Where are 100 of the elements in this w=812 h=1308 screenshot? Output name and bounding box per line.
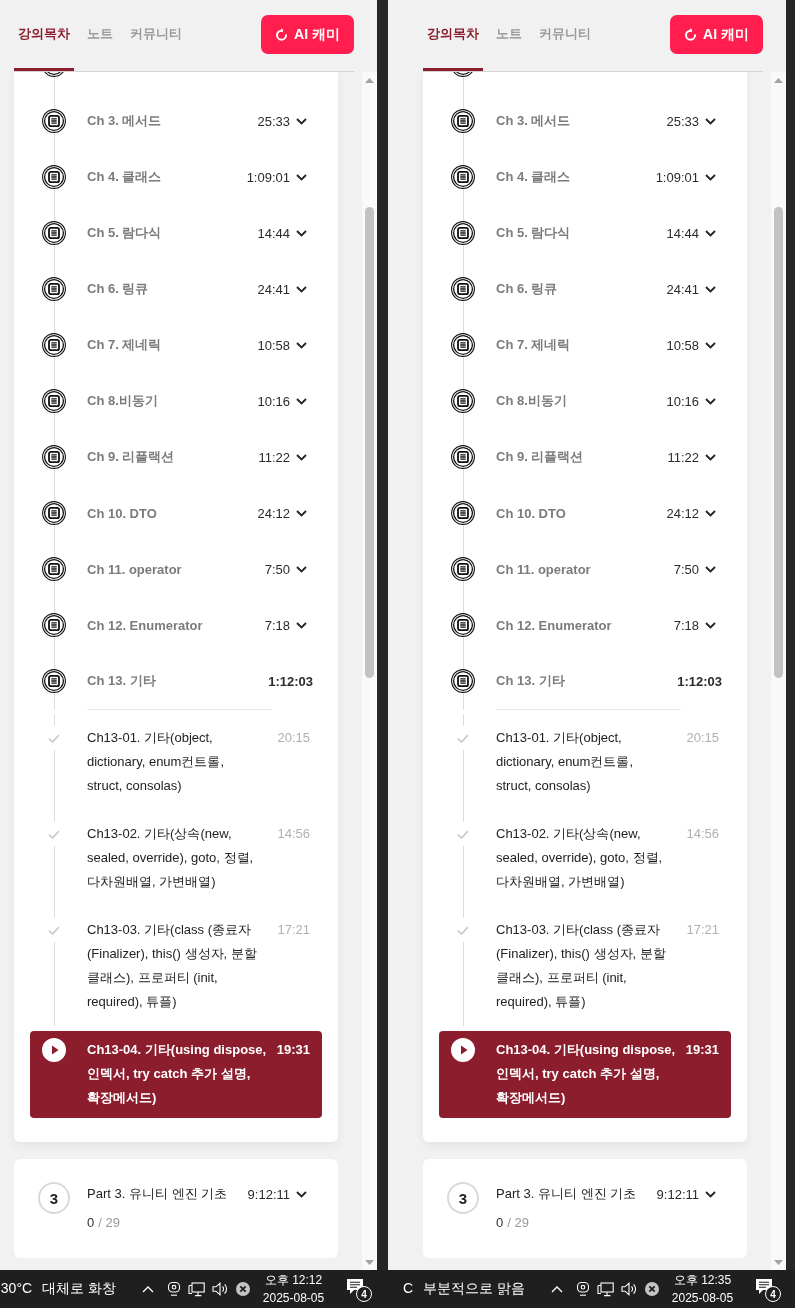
- chevron-down-icon[interactable]: [705, 565, 716, 573]
- chevron-down-icon[interactable]: [705, 1190, 716, 1198]
- lesson-title[interactable]: Ch13-04. 기타(using dispose, 인덱서, try catch 추가 설명, 확장메서드): [496, 1031, 680, 1118]
- monitor-icon[interactable]: [188, 1281, 205, 1297]
- weather-label[interactable]: 대체로 화창: [42, 1280, 116, 1298]
- lesson-title[interactable]: Ch13-02. 기타(상속(new, sealed, override), goto, 정렬, 다차원배열, 가변배열): [496, 810, 668, 906]
- chevron-down-icon[interactable]: [296, 229, 307, 237]
- refresh-icon: [684, 28, 698, 41]
- part-card[interactable]: 3 Part 3. 유니티 엔진 기초 9:12:11 0 / 29: [14, 1159, 338, 1258]
- chevron-down-icon[interactable]: [296, 397, 307, 405]
- chapter-title[interactable]: Ch 5. 람다식: [496, 224, 667, 242]
- chevron-down-icon[interactable]: [296, 285, 307, 293]
- ai-button[interactable]: AI 캐미: [670, 15, 763, 54]
- chapter-title[interactable]: Ch 8.비동기: [87, 392, 258, 410]
- chapter-title[interactable]: Ch 7. 제네릭: [87, 336, 258, 354]
- x-circle-icon[interactable]: [236, 1282, 250, 1296]
- chapter-title[interactable]: Ch 13. 기타: [87, 672, 269, 690]
- document-icon: [42, 333, 66, 357]
- tab[interactable]: 노트: [492, 0, 526, 71]
- play-icon[interactable]: [451, 1038, 475, 1062]
- tab[interactable]: 커뮤니티: [126, 0, 186, 71]
- monitor-icon[interactable]: [597, 1281, 614, 1297]
- chevron-down-icon[interactable]: [296, 173, 307, 181]
- chapter-title[interactable]: Ch 6. 링큐: [496, 280, 667, 298]
- lesson-title[interactable]: Ch13-04. 기타(using dispose, 인덱서, try catch 추가 설명, 확장메서드): [87, 1031, 271, 1118]
- clock-date[interactable]: 2025-08-05: [671, 1289, 734, 1307]
- chevron-down-icon[interactable]: [705, 397, 716, 405]
- chapter-duration: 24:12: [666, 505, 699, 521]
- part-title[interactable]: Part 3. 유니티 엔진 기초: [496, 1185, 657, 1203]
- play-icon[interactable]: [42, 1038, 66, 1062]
- chapter-title[interactable]: Ch 6. 링큐: [87, 280, 258, 298]
- part-number: 3: [447, 1182, 479, 1214]
- chapter-title[interactable]: Ch 13. 기타: [496, 672, 678, 690]
- chapter-title[interactable]: Ch 5. 람다식: [87, 224, 258, 242]
- ai-button[interactable]: AI 캐미: [261, 15, 354, 54]
- chapter-title[interactable]: Ch 3. 메서드: [87, 112, 258, 130]
- scrollbar-thumb[interactable]: [365, 207, 374, 678]
- lesson-title[interactable]: Ch13-03. 기타(class (종료자 (Finalizer), this() 생성자, 분할 클래스), 프로퍼티 (init, required), 튜플): [496, 906, 668, 1026]
- lesson-title[interactable]: Ch13-01. 기타(object, dictionary, enum컨트롤, struct, consolas): [87, 714, 259, 810]
- chevron-down-icon[interactable]: [296, 565, 307, 573]
- weather-label[interactable]: 부분적으로 맑음: [423, 1280, 525, 1298]
- chapter-title[interactable]: Ch 11. operator: [496, 561, 674, 577]
- chevron-down-icon[interactable]: [296, 1190, 307, 1198]
- part-card[interactable]: 3 Part 3. 유니티 엔진 기초 9:12:11 0 / 29: [423, 1159, 747, 1258]
- temperature-label[interactable]: 30°C: [0, 1280, 33, 1298]
- chapter-title[interactable]: Ch 8.비동기: [496, 392, 667, 410]
- chapter-title[interactable]: Ch 10. DTO: [496, 505, 667, 521]
- chevron-down-icon[interactable]: [705, 453, 716, 461]
- chevron-down-icon[interactable]: [705, 621, 716, 629]
- lesson-title[interactable]: Ch13-01. 기타(object, dictionary, enum컨트롤, struct, consolas): [496, 714, 668, 810]
- chapter-duration: 25:33: [666, 113, 699, 129]
- chevron-down-icon[interactable]: [705, 509, 716, 517]
- chapter-title[interactable]: Ch 11. operator: [87, 561, 265, 577]
- chevron-down-icon[interactable]: [296, 509, 307, 517]
- chapter-title[interactable]: Ch 12. Enumerator: [496, 617, 674, 633]
- chapter-title[interactable]: Ch 4. 클래스: [87, 168, 247, 186]
- document-icon: [451, 613, 475, 637]
- temperature-label[interactable]: C: [403, 1280, 414, 1298]
- document-icon: [42, 389, 66, 413]
- lesson-duration: 17:21: [277, 921, 310, 939]
- lesson-item[interactable]: Ch13-04. 기타(using dispose, 인덱서, try catch 추가 설명, 확장메서드) 19:31: [30, 1031, 322, 1118]
- volume-icon[interactable]: [621, 1282, 637, 1296]
- chevron-down-icon[interactable]: [705, 173, 716, 181]
- chapter-title[interactable]: Ch 9. 리플랙션: [496, 448, 668, 466]
- x-circle-icon[interactable]: [645, 1282, 659, 1296]
- clock-time[interactable]: 오후 12:35: [673, 1271, 732, 1289]
- part-title[interactable]: Part 3. 유니티 엔진 기초: [87, 1185, 248, 1203]
- chapter-duration: 24:12: [257, 505, 290, 521]
- scrollbar-thumb[interactable]: [774, 207, 783, 678]
- chevron-down-icon[interactable]: [296, 341, 307, 349]
- chapter-title[interactable]: Ch 3. 메서드: [496, 112, 667, 130]
- chapter-title[interactable]: Ch 9. 리플랙션: [87, 448, 259, 466]
- chapter-title[interactable]: Ch 7. 제네릭: [496, 336, 667, 354]
- webcam-icon[interactable]: [167, 1281, 181, 1297]
- chevron-down-icon[interactable]: [705, 117, 716, 125]
- tab[interactable]: 커뮤니티: [535, 0, 595, 71]
- chapter-title[interactable]: Ch 4. 클래스: [496, 168, 656, 186]
- volume-icon[interactable]: [212, 1282, 228, 1296]
- chapter-duration: 7:50: [673, 561, 699, 577]
- chevron-down-icon[interactable]: [705, 341, 716, 349]
- lesson-item[interactable]: Ch13-04. 기타(using dispose, 인덱서, try catch 추가 설명, 확장메서드) 19:31: [439, 1031, 731, 1118]
- lesson-title[interactable]: Ch13-02. 기타(상속(new, sealed, override), goto, 정렬, 다차원배열, 가변배열): [87, 810, 259, 906]
- clock-date[interactable]: 2025-08-05: [262, 1289, 325, 1307]
- completed-count: 0: [87, 1214, 95, 1232]
- chapter-title[interactable]: Ch 10. DTO: [87, 505, 258, 521]
- webcam-icon[interactable]: [576, 1281, 590, 1297]
- chevron-down-icon[interactable]: [705, 285, 716, 293]
- lesson-title[interactable]: Ch13-03. 기타(class (종료자 (Finalizer), this() 생성자, 분할 클래스), 프로퍼티 (init, required), 튜플): [87, 906, 259, 1026]
- chevron-up-icon[interactable]: [551, 1285, 563, 1293]
- tab[interactable]: 노트: [83, 0, 117, 71]
- chapter-duration: 14:44: [666, 225, 699, 241]
- clock-time[interactable]: 오후 12:12: [264, 1271, 323, 1289]
- document-icon: [42, 109, 66, 133]
- chevron-down-icon[interactable]: [296, 453, 307, 461]
- chapter-title[interactable]: Ch 12. Enumerator: [87, 617, 265, 633]
- document-icon: [451, 501, 475, 525]
- chevron-down-icon[interactable]: [296, 621, 307, 629]
- chevron-down-icon[interactable]: [296, 117, 307, 125]
- chevron-up-icon[interactable]: [142, 1285, 154, 1293]
- chevron-down-icon[interactable]: [705, 229, 716, 237]
